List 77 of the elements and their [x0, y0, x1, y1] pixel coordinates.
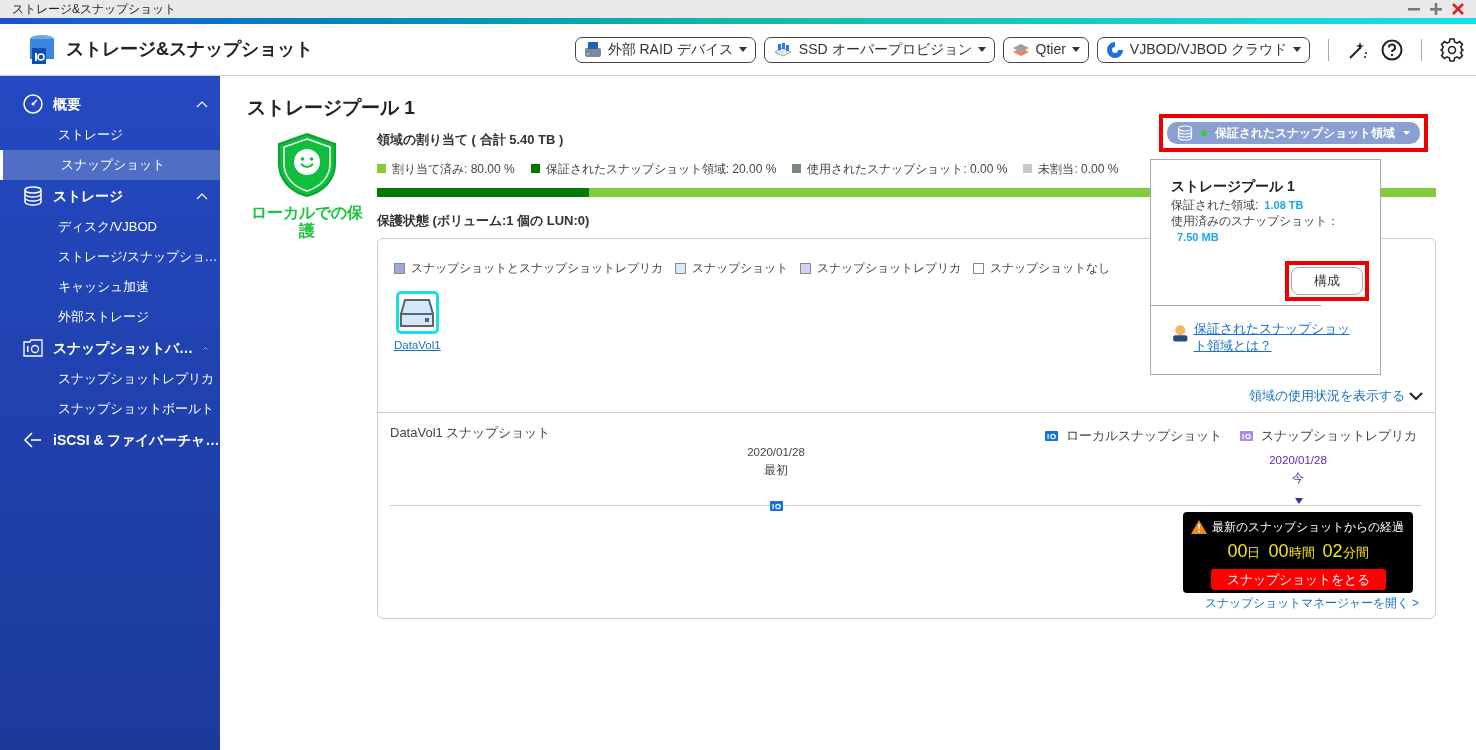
- database-icon: [1177, 125, 1193, 141]
- collapse-icon[interactable]: [196, 100, 208, 108]
- settings-icon[interactable]: [1440, 37, 1464, 62]
- toolbar-dropdown[interactable]: 外部 RAID デバイス: [574, 36, 756, 63]
- volume-link[interactable]: DataVol1: [394, 337, 441, 355]
- camera-icon: [1240, 430, 1253, 442]
- elapsed-time: 00時間: [1268, 540, 1315, 563]
- caret-icon: [977, 47, 986, 52]
- elapsed-time: 00日: [1227, 540, 1261, 563]
- database-icon: [23, 186, 43, 206]
- popup-value: 7.50 MB: [1177, 231, 1219, 243]
- elapsed-time: 02分間: [1322, 540, 1369, 563]
- popup-label: 使用済みのスナップショット：: [1171, 214, 1339, 228]
- timeline-title: DataVol1 スナップショット: [390, 424, 551, 442]
- alert-text: 最新のスナップショットからの経過: [1212, 519, 1404, 536]
- legend-label: スナップショットとスナップショットレプリカ: [411, 260, 663, 277]
- legend-label: スナップショットレプリカ: [817, 260, 961, 277]
- toolbar-dropdown[interactable]: VJBOD/VJBOD クラウド: [1096, 36, 1310, 63]
- gauge-icon: [23, 94, 43, 114]
- protection-title: 保護状態 (ボリューム:1 個の LUN:0): [377, 211, 590, 230]
- caret-icon: [1293, 47, 1301, 52]
- timeline-date: 2020/01/28: [1269, 453, 1327, 468]
- sidebar-section[interactable]: スナップショットバ…: [0, 332, 220, 364]
- legend-label: スナップショット: [692, 260, 788, 277]
- sidebar-item[interactable]: ストレージ: [0, 120, 220, 150]
- help-link[interactable]: 保証されたスナップショット領域とは？: [1193, 321, 1360, 355]
- legend-label: 保証されたスナップショット領域: 20.00 %: [545, 160, 777, 178]
- maximize-icon[interactable]: [1430, 3, 1442, 15]
- popup-value: 1.08 TB: [1264, 199, 1304, 211]
- sidebar-item[interactable]: キャッシュ加速: [0, 272, 220, 302]
- timeline-label: 今: [1292, 470, 1304, 488]
- legend-label: スナップショットレプリカ: [1261, 427, 1417, 445]
- camera-icon: [1045, 430, 1058, 442]
- usage-link[interactable]: 領域の使用状況を表示する: [1249, 387, 1405, 406]
- timeline-date: 2020/01/28: [747, 445, 805, 460]
- legend-label: スナップショットなし: [990, 260, 1110, 277]
- take-snapshot-button[interactable]: スナップショットをとる: [1210, 569, 1386, 590]
- manager-link[interactable]: スナップショットマネージャーを開く >: [1204, 594, 1419, 612]
- window-title: ストレージ&スナップショット: [12, 1, 176, 18]
- close-icon[interactable]: [1452, 3, 1464, 15]
- legend-label: 未割当: 0.00 %: [1038, 160, 1119, 178]
- timeline-label: 最初: [764, 462, 788, 480]
- collapse-icon[interactable]: [196, 192, 208, 200]
- protection-status: ローカルでの保護: [250, 204, 364, 240]
- popup-title: ストレージプール 1: [1171, 177, 1296, 196]
- toolbar-dropdown[interactable]: Qtier: [1002, 36, 1089, 63]
- sidebar-section[interactable]: iSCSI & ファイバーチャ…: [0, 424, 220, 456]
- shield-smile-icon: [276, 132, 338, 198]
- help-icon[interactable]: [1381, 38, 1403, 61]
- caret-icon: [1071, 47, 1080, 52]
- collapse-icon[interactable]: [203, 344, 208, 352]
- warning-icon: [1191, 520, 1207, 534]
- allocation-title: 領域の割り当て ( 合計 5.40 TB ): [377, 131, 565, 149]
- sidebar-item[interactable]: スナップショット: [0, 150, 220, 180]
- app-title: ストレージ&スナップショット: [66, 38, 313, 61]
- camera-icon: [23, 339, 43, 357]
- page-title: ストレージプール 1: [247, 96, 416, 120]
- toolbar-dropdown[interactable]: SSD オーバープロビジョン: [763, 36, 995, 63]
- sidebar-item[interactable]: ディスク/VJBOD: [0, 212, 220, 242]
- snapshot-marker-icon: [770, 500, 783, 511]
- sidebar-item[interactable]: スナップショットレプリカ: [0, 364, 220, 394]
- sidebar-item[interactable]: スナップショットボールト: [0, 394, 220, 424]
- sidebar-item[interactable]: 外部ストレージ: [0, 302, 220, 332]
- legend-label: ローカルスナップショット: [1066, 427, 1222, 445]
- sidebar-section[interactable]: ストレージ: [0, 180, 220, 212]
- sidebar-item[interactable]: ストレージ/スナップショ…: [0, 242, 220, 272]
- volume-tile[interactable]: [395, 291, 439, 334]
- caret-icon: [1403, 131, 1410, 135]
- chevron-down-icon[interactable]: [1409, 392, 1423, 402]
- legend-label: 割り当て済み: 80.00 %: [392, 160, 515, 178]
- sidebar-section[interactable]: 概要: [0, 88, 220, 120]
- layers-icon: [1011, 41, 1030, 58]
- popup-label: 保証された領域:: [1171, 198, 1259, 212]
- configure-button[interactable]: 構成: [1291, 267, 1363, 295]
- caret-icon: [738, 47, 747, 52]
- legend-label: 使用されたスナップショット: 0.00 %: [807, 160, 1008, 178]
- ssd-icon: [772, 41, 793, 58]
